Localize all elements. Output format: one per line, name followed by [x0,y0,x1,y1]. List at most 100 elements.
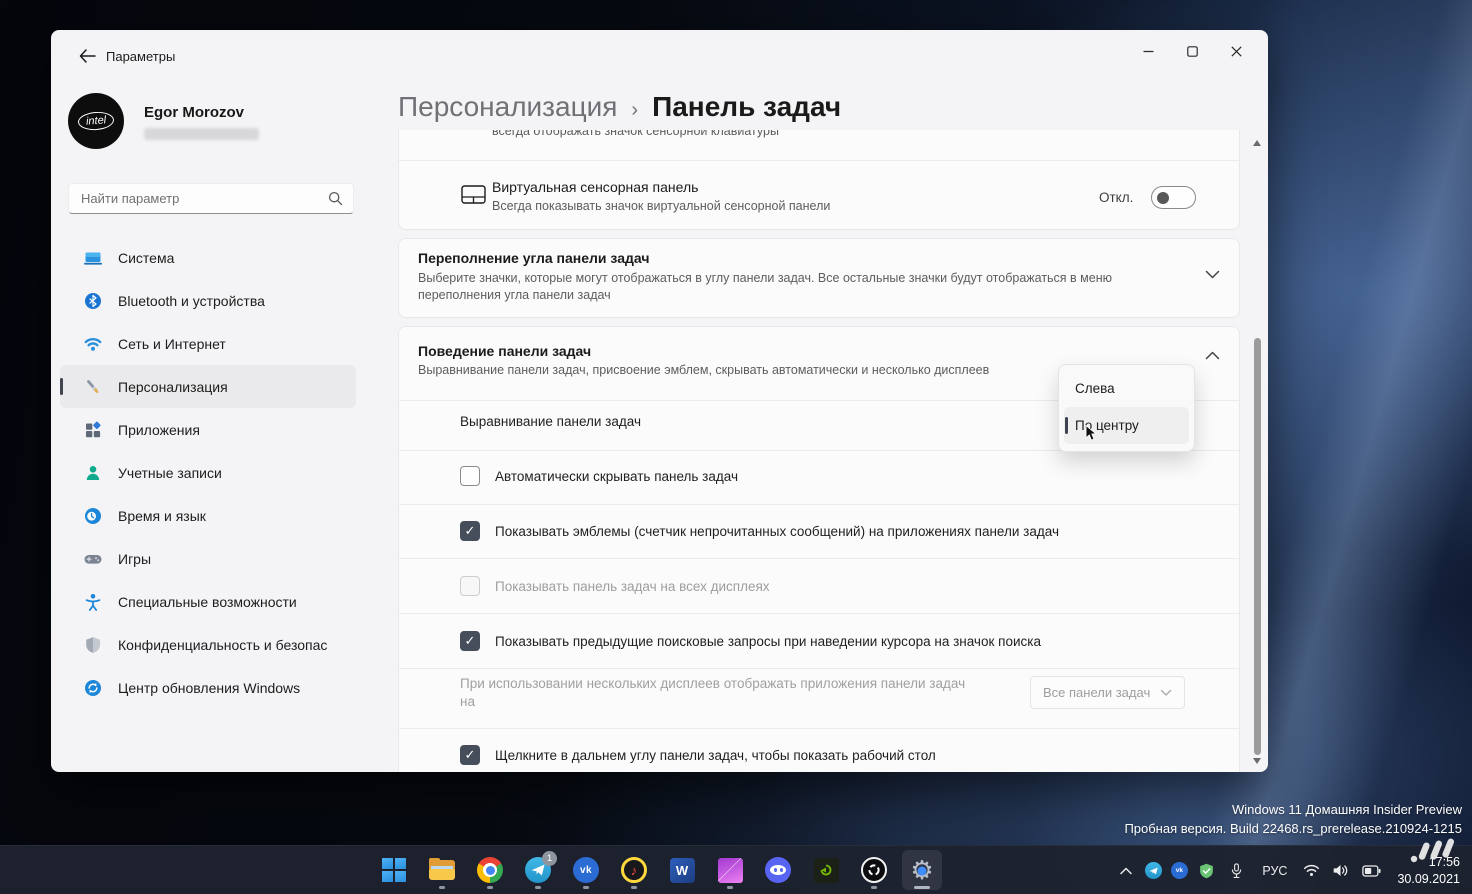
gamepad-icon [83,549,103,569]
telegram-tray-icon [1144,862,1162,879]
running-indicator [583,886,589,889]
tray-volume[interactable] [1325,853,1355,889]
sidebar-item-network[interactable]: Сеть и Интернет [60,322,356,365]
taskbar-app-explorer[interactable] [422,850,462,890]
sidebar-item-privacy[interactable]: Конфиденциальность и безопас [60,623,356,666]
far-corner-row[interactable]: Щелкните в дальнем углу панели задач, чт… [460,745,936,765]
scroll-up-arrow[interactable] [1253,140,1261,146]
taskbar-app-settings[interactable]: ⚙ [902,850,942,890]
green-shield-icon [1200,863,1213,878]
avatar[interactable]: intel [68,93,124,149]
personalization-brush-icon [83,377,103,397]
checkbox-disabled [460,576,480,596]
breadcrumb: Персонализация › Панель задач [398,91,841,123]
checkbox-unchecked[interactable] [460,466,480,486]
search-icon [328,191,343,206]
checkbox-checked[interactable] [460,745,480,765]
tray-telegram[interactable] [1140,853,1166,889]
tray-chevron-up[interactable] [1112,853,1140,889]
tray-wifi[interactable] [1297,853,1325,889]
taskbar-app-chrome[interactable] [470,850,510,890]
tray-microphone[interactable] [1220,853,1252,889]
sidebar-item-games[interactable]: Игры [60,537,356,580]
touch-keyboard-subtitle-partial: всегда отображать значок сенсорной клави… [492,130,779,138]
sidebar-item-label: Сеть и Интернет [118,335,226,352]
sidebar-item-accounts[interactable]: Учетные записи [60,451,356,494]
badges-row[interactable]: Показывать эмблемы (счетчик непрочитанны… [460,521,1059,541]
word-icon: W [669,857,695,883]
scroll-down-arrow[interactable] [1253,758,1261,764]
maximize-button[interactable] [1170,36,1214,66]
running-indicator [727,886,733,889]
taskbar-app-vk[interactable]: vk [566,850,606,890]
back-button[interactable] [73,43,101,69]
windows-start-icon [382,858,406,882]
wifi-status-icon [1303,864,1319,877]
chevron-down-icon[interactable] [1205,270,1220,279]
row-divider [399,160,1240,161]
sidebar-item-time-language[interactable]: Время и язык [60,494,356,537]
close-button[interactable] [1214,36,1258,66]
taskbar-app-word[interactable]: W [662,850,702,890]
taskbar-app-affinity-photo[interactable] [710,850,750,890]
nvidia-icon [813,857,839,883]
tray-battery[interactable] [1355,853,1387,889]
taskbar-app-nvidia[interactable] [806,850,846,890]
virtual-touchpad-toggle[interactable] [1151,186,1196,209]
tray-vk[interactable]: vk [1166,853,1192,889]
corner-overflow-card[interactable]: Переполнение угла панели задач Выберите … [398,238,1240,318]
sidebar-item-label: Время и язык [118,507,206,524]
checkbox-checked[interactable] [460,631,480,651]
chevron-up-icon[interactable] [1205,351,1220,360]
row-divider [398,728,1240,729]
taskbar-app-yandex-music[interactable]: ♪ [614,850,654,890]
minimize-button[interactable] [1126,36,1170,66]
running-indicator [871,886,877,889]
breadcrumb-parent[interactable]: Персонализация [398,91,617,123]
row-divider [398,558,1240,559]
checkbox-checked[interactable] [460,521,480,541]
taskbar-app-obs[interactable] [854,850,894,890]
chrome-icon [477,857,503,883]
checkbox-label: Показывать эмблемы (счетчик непрочитанны… [495,523,1059,539]
scrollbar[interactable] [1251,136,1263,768]
profile-email-redacted [144,128,259,140]
start-button[interactable] [374,850,414,890]
close-icon [1230,45,1242,57]
tray-antivirus[interactable] [1192,853,1220,889]
taskbar-behavior-title: Поведение панели задач [418,343,592,359]
menu-option-label: Слева [1075,381,1115,396]
sidebar-item-accessibility[interactable]: Специальные возможности [60,580,356,623]
row-divider [398,613,1240,614]
sidebar-item-personalization[interactable]: Персонализация [60,365,356,408]
checkbox-label: Щелкните в дальнем углу панели задач, чт… [495,747,936,763]
speaker-icon [1333,864,1348,877]
alignment-label: Выравнивание панели задач [460,414,641,429]
autohide-row[interactable]: Автоматически скрывать панель задач [460,466,738,486]
alignment-row: Выравнивание панели задач [460,414,641,429]
corner-overflow-subtitle: Выберите значки, которые могут отображат… [418,271,1112,302]
menu-option-center[interactable]: По центру [1064,407,1189,444]
menu-option-left[interactable]: Слева [1064,370,1189,407]
page-title: Панель задач [652,91,842,122]
sidebar-item-label: Учетные записи [118,464,222,481]
wifi-icon [83,334,103,354]
virtual-touchpad-title: Виртуальная сенсорная панель [492,179,699,195]
watermark-line2: Пробная версия. Build 22468.rs_prereleas… [1124,821,1462,836]
taskbar-app-telegram[interactable]: 1 [518,850,558,890]
scrollbar-thumb[interactable] [1253,338,1261,755]
update-icon [83,678,103,698]
minimize-icon [1143,50,1153,52]
sidebar-item-label: Приложения [118,421,200,438]
search-history-row[interactable]: Показывать предыдущие поисковые запросы … [460,631,1041,651]
yandex-music-icon: ♪ [621,857,647,883]
system-icon [83,248,103,268]
sidebar-item-windows-update[interactable]: Центр обновления Windows [60,666,356,709]
tray-language[interactable]: РУС [1252,853,1297,889]
sidebar-item-system[interactable]: Система [60,236,356,279]
taskbar-app-discord[interactable] [758,850,798,890]
sidebar-item-apps[interactable]: Приложения [60,408,356,451]
search-input[interactable] [69,191,328,206]
sidebar-item-bluetooth[interactable]: Bluetooth и устройства [60,279,356,322]
sidebar-item-label: Bluetooth и устройства [118,292,265,309]
